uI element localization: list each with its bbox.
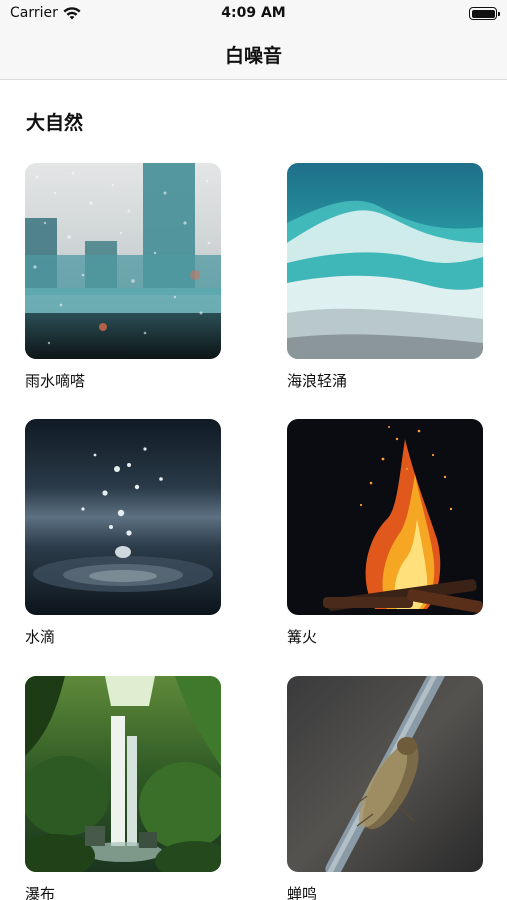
- section-title: 大自然: [26, 112, 84, 134]
- waterfall-image: [25, 676, 221, 872]
- page-title: 白噪音: [224, 45, 282, 67]
- campfire-image: [287, 419, 483, 615]
- ocean-wave-image: [287, 163, 483, 359]
- sound-card-cicada[interactable]: 蝉鸣: [287, 676, 483, 900]
- sound-label: 蝉鸣: [287, 885, 318, 900]
- water-drop-image: [25, 419, 221, 615]
- sound-card-ocean[interactable]: 海浪轻涌: [287, 163, 483, 390]
- sound-card-campfire[interactable]: 篝火: [287, 419, 483, 646]
- status-bar: Carrier 4:09 AM: [0, 0, 507, 28]
- status-time: 4:09 AM: [221, 5, 286, 21]
- navigation-bar: 白噪音: [0, 28, 507, 80]
- sound-label: 水滴: [25, 628, 56, 646]
- sound-label: 雨水嘀嗒: [25, 372, 86, 390]
- sound-card-waterfall[interactable]: 瀑布: [25, 676, 221, 900]
- sound-card-water-drop[interactable]: 水滴: [25, 419, 221, 646]
- sound-card-rain[interactable]: 雨水嘀嗒: [25, 163, 221, 390]
- sound-label: 海浪轻涌: [287, 372, 348, 390]
- sound-label: 瀑布: [25, 885, 56, 900]
- rain-window-image: [25, 163, 221, 359]
- battery-icon: [469, 7, 500, 20]
- cicada-image: [287, 676, 483, 872]
- sound-label: 篝火: [287, 628, 318, 646]
